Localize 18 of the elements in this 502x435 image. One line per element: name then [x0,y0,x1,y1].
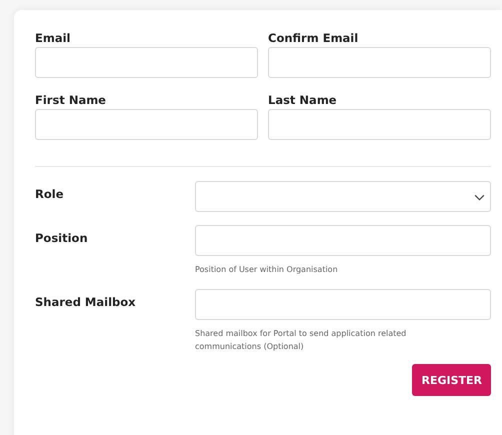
chevron-down-icon [474,194,485,201]
help-text: Position of User within Organisation [195,264,339,276]
input-field[interactable] [35,47,258,78]
select-field[interactable] [195,181,491,212]
input-field[interactable] [268,47,491,78]
field-label: Confirm Email [268,30,360,47]
field-label: Position [35,230,89,247]
input-field[interactable] [268,109,491,140]
help-text: Shared mailbox for Portal to send application related communications (Optional) [195,328,408,353]
input-field[interactable] [195,225,491,256]
field-label: First Name [35,92,107,109]
field-label: Last Name [268,92,338,109]
field-label: Email [35,30,72,47]
field-label: Shared Mailbox [35,294,137,311]
register-button[interactable]: REGISTER [412,364,491,396]
input-field[interactable] [195,289,491,320]
field-label: Role [35,186,64,203]
input-field[interactable] [35,109,258,140]
